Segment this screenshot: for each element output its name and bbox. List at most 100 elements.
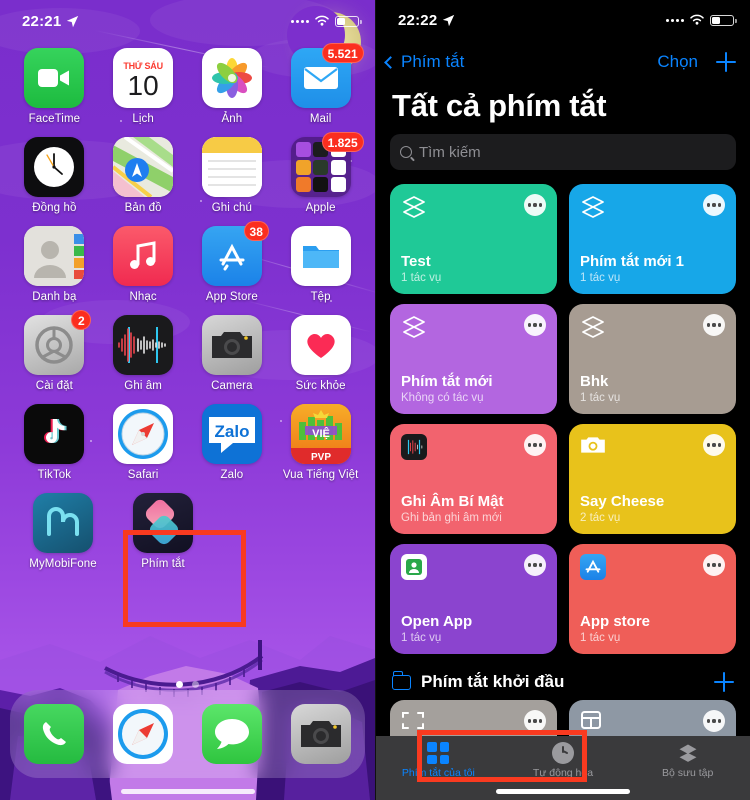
card-more-button[interactable] bbox=[703, 710, 725, 732]
status-time-group: 22:22 bbox=[398, 12, 455, 29]
app-mymobifone[interactable]: MyMobiFone bbox=[24, 493, 102, 570]
page-dots[interactable] bbox=[0, 681, 375, 688]
status-time: 22:21 bbox=[22, 12, 62, 30]
app-music[interactable]: Nhạc bbox=[104, 226, 182, 303]
layers-icon bbox=[582, 316, 604, 338]
camera-icon bbox=[201, 315, 262, 375]
app-facetime[interactable]: FaceTime bbox=[15, 48, 93, 125]
app-zalo[interactable]: Zalo Zalo bbox=[193, 404, 271, 481]
app-label: MyMobiFone bbox=[29, 558, 97, 570]
facetime-icon bbox=[24, 48, 85, 108]
safari-compass-icon bbox=[113, 404, 174, 464]
app-voice-memos[interactable]: Ghi âm bbox=[104, 315, 182, 392]
tab-label: Phím tắt của tôi bbox=[401, 767, 475, 779]
shortcut-card[interactable]: Phím tắt mới Không có tác vụ bbox=[390, 304, 557, 414]
dock-camera-icon[interactable] bbox=[290, 704, 351, 764]
app-label: Vua Tiếng Việt bbox=[282, 469, 359, 481]
app-label: Ghi âm bbox=[124, 380, 162, 392]
app-vua-tieng-viet[interactable]: VIỆ PVP Vua Tiếng Việt bbox=[282, 404, 360, 481]
layers-icon bbox=[679, 744, 697, 762]
app-maps[interactable]: Bản đồ bbox=[104, 137, 182, 214]
card-subtitle: 1 tác vụ bbox=[401, 272, 442, 284]
left-status-bar: 22:21 bbox=[0, 0, 375, 42]
battery-icon bbox=[710, 14, 737, 26]
voice-memos-icon bbox=[401, 434, 427, 460]
camera-icon bbox=[581, 437, 605, 453]
card-more-button[interactable] bbox=[703, 314, 725, 336]
card-more-button[interactable] bbox=[703, 194, 725, 216]
vua-tieng-viet-icon: VIỆ PVP bbox=[290, 404, 351, 464]
card-more-button[interactable] bbox=[524, 314, 546, 336]
app-safari[interactable]: Safari bbox=[104, 404, 182, 481]
tab-my-shortcuts[interactable]: Phím tắt của tôi bbox=[376, 742, 501, 779]
voice-memos-icon bbox=[113, 315, 174, 375]
shortcut-card[interactable]: Bhk 1 tác vụ bbox=[569, 304, 736, 414]
tab-automation[interactable]: Tự động hóa bbox=[501, 742, 626, 779]
dock-phone-icon[interactable] bbox=[24, 704, 85, 764]
app-row-3: Danh bạ Nhạc 38 App Store Tệp bbox=[10, 221, 365, 303]
card-title: Test bbox=[401, 252, 431, 270]
app-contacts[interactable]: Danh bạ bbox=[15, 226, 93, 303]
card-header bbox=[401, 194, 546, 220]
card-more-button[interactable] bbox=[703, 554, 725, 576]
shortcut-card[interactable]: Phím tắt mới 1 1 tác vụ bbox=[569, 184, 736, 294]
app-health[interactable]: Sức khỏe bbox=[282, 315, 360, 392]
shortcut-card[interactable]: Say Cheese 2 tác vụ bbox=[569, 424, 736, 534]
svg-text:VIỆ: VIỆ bbox=[312, 427, 330, 440]
card-more-button[interactable] bbox=[524, 194, 546, 216]
badge-count: 1.825 bbox=[321, 132, 364, 152]
shortcut-card-partial[interactable] bbox=[569, 700, 736, 740]
app-camera[interactable]: Camera bbox=[193, 315, 271, 392]
dual-phone-screenshot: 22:21 FaceTime THỨ SÁU 10 Lịch Ảnh 5.521… bbox=[0, 0, 750, 800]
shortcut-card[interactable]: Test 1 tác vụ bbox=[390, 184, 557, 294]
card-subtitle: 1 tác vụ bbox=[580, 272, 621, 284]
app-shortcuts[interactable]: Phím tắt bbox=[124, 493, 202, 570]
card-more-button[interactable] bbox=[524, 554, 546, 576]
app-photos[interactable]: Ảnh bbox=[193, 48, 271, 125]
app-label: Bản đồ bbox=[124, 202, 162, 214]
app-grid-icon bbox=[401, 554, 427, 580]
app-files[interactable]: Tệp bbox=[282, 226, 360, 303]
app-folder-apple[interactable]: 1.825 Apple bbox=[282, 132, 364, 214]
notes-icon bbox=[201, 137, 262, 197]
card-title: Ghi Âm Bí Mật bbox=[401, 492, 504, 510]
card-subtitle: 1 tác vụ bbox=[401, 632, 442, 644]
page-dot-1 bbox=[176, 681, 183, 688]
health-heart-icon bbox=[290, 315, 351, 375]
add-shortcut-plus-icon[interactable] bbox=[716, 52, 736, 72]
status-time-group: 22:21 bbox=[22, 13, 79, 30]
back-button[interactable]: Phím tắt bbox=[384, 52, 464, 72]
tab-label: Bộ sưu tập bbox=[661, 767, 714, 779]
shortcut-card[interactable]: App store 1 tác vụ bbox=[569, 544, 736, 654]
app-label: Tệp bbox=[310, 291, 331, 303]
dock-messages-icon[interactable] bbox=[201, 704, 262, 764]
app-row-6: MyMobiFone Phím tắt bbox=[10, 493, 365, 570]
add-folder-shortcut-plus-icon[interactable] bbox=[714, 672, 734, 692]
card-header bbox=[580, 554, 725, 580]
badge-count: 38 bbox=[243, 221, 269, 241]
layers-icon bbox=[403, 196, 425, 218]
shortcut-card[interactable]: Ghi Âm Bí Mật Ghi bản ghi âm mới bbox=[390, 424, 557, 534]
app-settings[interactable]: 2 Cài đặt bbox=[15, 310, 93, 392]
dock-safari-icon[interactable] bbox=[113, 704, 174, 764]
app-tiktok[interactable]: TikTok bbox=[15, 404, 93, 481]
app-notes[interactable]: Ghi chú bbox=[193, 137, 271, 214]
app-appstore[interactable]: 38 App Store bbox=[193, 221, 271, 303]
app-calendar[interactable]: THỨ SÁU 10 Lịch bbox=[104, 48, 182, 125]
zalo-icon: Zalo bbox=[201, 404, 262, 464]
tab-gallery[interactable]: Bộ sưu tập bbox=[625, 742, 750, 779]
shortcut-card[interactable]: Open App 1 tác vụ bbox=[390, 544, 557, 654]
shortcut-card-partial[interactable] bbox=[390, 700, 557, 740]
app-mail[interactable]: 5.521 Mail bbox=[282, 43, 364, 125]
card-more-button[interactable] bbox=[703, 434, 725, 456]
app-label: Danh bạ bbox=[32, 291, 77, 303]
app-clock[interactable]: Đồng hồ bbox=[15, 137, 93, 214]
card-more-button[interactable] bbox=[524, 710, 546, 732]
app-label: Safari bbox=[127, 469, 159, 481]
search-bar[interactable]: Tìm kiếm bbox=[390, 134, 736, 170]
card-more-button[interactable] bbox=[524, 434, 546, 456]
app-label: Sức khỏe bbox=[295, 380, 346, 392]
card-header bbox=[401, 434, 546, 460]
app-label: Cài đặt bbox=[35, 380, 73, 392]
choose-button[interactable]: Chọn bbox=[657, 52, 698, 72]
